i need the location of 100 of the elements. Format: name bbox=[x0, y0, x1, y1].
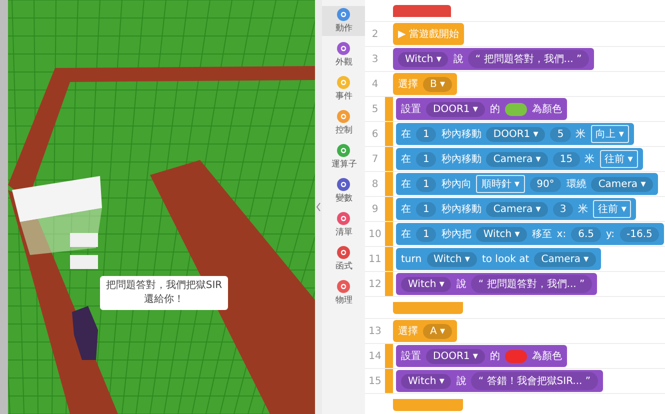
value-input[interactable]: 90° bbox=[530, 176, 562, 192]
code-block[interactable] bbox=[393, 4, 451, 16]
block-label: 在 bbox=[401, 153, 411, 166]
code-block[interactable]: 在 1 秒內移動 DOOR1 ▾ 5 米 向上 ▾ bbox=[396, 123, 634, 145]
value-input[interactable]: 6.5 bbox=[571, 226, 601, 242]
object-dropdown[interactable]: Camera ▾ bbox=[591, 176, 653, 192]
object-dropdown[interactable]: A ▾ bbox=[423, 324, 452, 338]
object-dropdown[interactable]: Camera ▾ bbox=[534, 252, 596, 266]
object-dropdown[interactable]: Camera ▾ bbox=[486, 152, 548, 166]
block-label: 移至 bbox=[532, 228, 552, 241]
object-dropdown[interactable]: Witch ▾ bbox=[476, 226, 527, 242]
block-label: 在 bbox=[401, 128, 411, 141]
block-label: 的 bbox=[490, 350, 500, 363]
value-input[interactable]: 1 bbox=[416, 176, 436, 192]
speech-bubble: 把問題答對，我們把獄SIR還給你！ bbox=[100, 276, 228, 310]
code-block[interactable]: 選擇 B ▾ bbox=[393, 73, 458, 95]
code-block[interactable]: turn Witch ▾ to look at Camera ▾ bbox=[396, 248, 601, 270]
block-label: 在 bbox=[401, 203, 411, 216]
block-label: 設置 bbox=[401, 350, 421, 363]
category-tab[interactable]: 外觀 bbox=[322, 40, 365, 70]
block-label: 選擇 bbox=[398, 325, 418, 338]
line-number: 3 bbox=[370, 54, 380, 64]
block-label: 秒內移動 bbox=[441, 202, 482, 216]
code-block[interactable]: Witch ▾ 說 “ 把問題答對，我們... ” bbox=[393, 48, 594, 70]
block-label: 設置 bbox=[401, 102, 421, 116]
block-label: 米 bbox=[578, 202, 588, 216]
category-tab[interactable]: 控制 bbox=[322, 108, 365, 138]
object-dropdown[interactable]: Camera ▾ bbox=[486, 202, 548, 216]
value-input[interactable]: 1 bbox=[416, 152, 436, 166]
object-dropdown[interactable]: Witch ▾ bbox=[401, 276, 452, 292]
line-number: 15 bbox=[368, 376, 382, 386]
block-end-bar bbox=[393, 302, 463, 314]
object-dropdown[interactable]: Witch ▾ bbox=[401, 374, 452, 388]
block-label: 在 bbox=[401, 228, 411, 241]
value-input[interactable]: “ 把問題答對，我們... ” bbox=[468, 50, 589, 68]
code-block[interactable]: Witch ▾ 說 “ 答錯！我會把獄SIR... ” bbox=[396, 370, 603, 392]
block-label: 秒內向 bbox=[441, 178, 472, 191]
object-dropdown[interactable]: B ▾ bbox=[423, 76, 452, 92]
block-label: 選擇 bbox=[398, 78, 418, 91]
color-swatch[interactable] bbox=[504, 350, 527, 362]
line-number: 14 bbox=[368, 350, 382, 362]
option-dropdown[interactable]: 往前 ▾ bbox=[593, 200, 632, 218]
block-label: 秒內移動 bbox=[441, 128, 482, 141]
block-label: 說 bbox=[456, 374, 466, 388]
block-label: turn bbox=[401, 254, 422, 264]
block-label: 為顏色 bbox=[532, 102, 562, 116]
line-number: 5 bbox=[370, 104, 380, 114]
block-label: 說 bbox=[456, 278, 466, 291]
code-block[interactable]: 在 1 秒內移動 Camera ▾ 15 米 往前 ▾ bbox=[396, 148, 643, 170]
line-number: 2 bbox=[370, 28, 380, 40]
code-block[interactable]: 在 1 秒內移動 Camera ▾ 3 米 往前 ▾ bbox=[396, 198, 636, 220]
block-label: 為顏色 bbox=[532, 350, 562, 363]
value-input[interactable]: 1 bbox=[416, 226, 436, 242]
code-block[interactable]: 在 1 秒內向 順時針 ▾ 90° 環繞 Camera ▾ bbox=[396, 173, 658, 195]
category-tab[interactable]: 事件 bbox=[322, 74, 365, 104]
block-label: 米 bbox=[584, 152, 595, 166]
category-tab[interactable]: 函式 bbox=[322, 244, 365, 274]
value-input[interactable]: 3 bbox=[552, 202, 574, 216]
line-number: 12 bbox=[368, 278, 382, 290]
value-input[interactable]: “ 答錯！我會把獄SIR... ” bbox=[471, 372, 598, 390]
option-dropdown[interactable]: 向上 ▾ bbox=[590, 125, 629, 143]
object-dropdown[interactable]: DOOR1 ▾ bbox=[426, 102, 485, 116]
category-tab[interactable]: 運算子 bbox=[322, 142, 365, 172]
code-block[interactable]: Witch ▾ 說 “ 把問題答對，我們... ” bbox=[396, 273, 597, 295]
value-input[interactable]: -16.5 bbox=[620, 226, 660, 242]
category-tab[interactable]: 物理 bbox=[322, 278, 365, 308]
line-number: 6 bbox=[370, 128, 380, 140]
value-input[interactable]: 5 bbox=[550, 126, 571, 142]
block-label: 在 bbox=[401, 178, 411, 191]
category-tab[interactable]: 清單 bbox=[322, 210, 365, 240]
line-number: 13 bbox=[368, 326, 382, 336]
object-dropdown[interactable]: Witch ▾ bbox=[426, 252, 477, 266]
color-swatch[interactable] bbox=[504, 102, 527, 116]
option-dropdown[interactable]: 往前 ▾ bbox=[600, 150, 638, 168]
code-block[interactable]: 在 1 秒內把 Witch ▾ 移至 x: 6.5 y: -16.5 bbox=[396, 223, 664, 245]
block-label: 秒內把 bbox=[441, 228, 472, 241]
block-label: 的 bbox=[490, 103, 500, 116]
block-label: 說 bbox=[453, 52, 464, 66]
option-dropdown[interactable]: 順時針 ▾ bbox=[476, 175, 525, 193]
code-block[interactable]: 設置 DOOR1 ▾ 的 為顏色 bbox=[396, 345, 567, 367]
object-dropdown[interactable]: DOOR1 ▾ bbox=[486, 126, 546, 142]
value-input[interactable]: 1 bbox=[416, 202, 436, 216]
block-label: 環繞 bbox=[566, 178, 586, 191]
block-label: 米 bbox=[576, 128, 586, 141]
object-dropdown[interactable]: Witch ▾ bbox=[398, 52, 448, 66]
line-number: 8 bbox=[370, 178, 380, 190]
value-input[interactable]: 1 bbox=[416, 126, 436, 142]
line-number: 7 bbox=[370, 154, 380, 164]
category-tab[interactable]: 變數 bbox=[322, 176, 365, 206]
block-label: to look at bbox=[482, 254, 530, 264]
block-label: ▶ 當遊戲開始 bbox=[398, 28, 459, 41]
line-number: 9 bbox=[370, 204, 380, 214]
value-input[interactable]: “ 把問題答對，我們... ” bbox=[471, 275, 592, 293]
line-number: 4 bbox=[370, 78, 380, 90]
code-block[interactable]: 設置 DOOR1 ▾ 的 為顏色 bbox=[396, 98, 567, 120]
category-tab[interactable]: 動作 bbox=[322, 6, 365, 36]
code-block[interactable]: 選擇 A ▾ bbox=[393, 320, 458, 342]
object-dropdown[interactable]: DOOR1 ▾ bbox=[426, 348, 485, 364]
collapse-icon[interactable] bbox=[316, 202, 321, 212]
value-input[interactable]: 15 bbox=[552, 152, 580, 166]
